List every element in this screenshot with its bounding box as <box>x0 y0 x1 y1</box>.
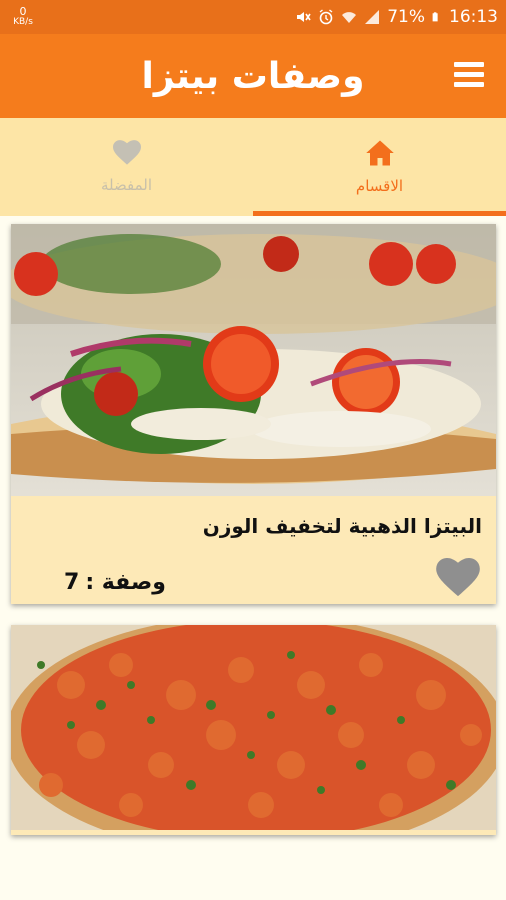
alarm-icon <box>319 9 333 25</box>
signal-icon <box>365 10 380 24</box>
battery-percent: 71% <box>387 7 425 27</box>
category-card[interactable]: البيتزا الذهبية لتخفيف الوزن وصفة : 7 <box>11 224 496 604</box>
recipe-count: وصفة : 7 <box>64 570 166 595</box>
network-speed: 0 KB/s <box>8 5 38 27</box>
home-icon <box>365 140 394 166</box>
favorite-heart-icon[interactable] <box>436 558 480 598</box>
pizza-image <box>11 224 496 496</box>
category-card[interactable] <box>11 625 496 835</box>
tab-categories-label: الاقسام <box>355 177 404 195</box>
clock: 16:13 <box>449 7 498 27</box>
recipe-count-value: 7 <box>64 570 80 595</box>
pizza-photo <box>11 625 496 830</box>
hamburger-menu-icon[interactable] <box>454 62 484 90</box>
network-speed-unit: KB/s <box>13 17 33 27</box>
wifi-icon <box>342 12 357 23</box>
tab-favorites-label: المفضلة <box>100 176 152 194</box>
status-bar: 0 KB/s 71% 16:13 <box>0 0 506 34</box>
app-bar: وصفات بيتزا <box>0 34 506 118</box>
app-title: وصفات بيتزا <box>141 55 365 97</box>
pizza-image <box>11 625 496 830</box>
categories-list[interactable]: البيتزا الذهبية لتخفيف الوزن وصفة : 7 <box>0 216 506 900</box>
pizza-photo <box>11 224 496 496</box>
mute-icon <box>297 12 311 22</box>
network-speed-value: 0 <box>19 5 27 18</box>
battery-icon <box>432 12 438 22</box>
tab-favorites[interactable]: المفضلة <box>0 118 253 216</box>
tab-categories[interactable]: الاقسام <box>253 118 506 216</box>
category-title: البيتزا الذهبية لتخفيف الوزن <box>202 514 482 538</box>
recipe-count-label: وصفة : <box>85 570 166 595</box>
tab-bar: المفضلة الاقسام <box>0 118 506 216</box>
heart-icon <box>112 140 141 165</box>
